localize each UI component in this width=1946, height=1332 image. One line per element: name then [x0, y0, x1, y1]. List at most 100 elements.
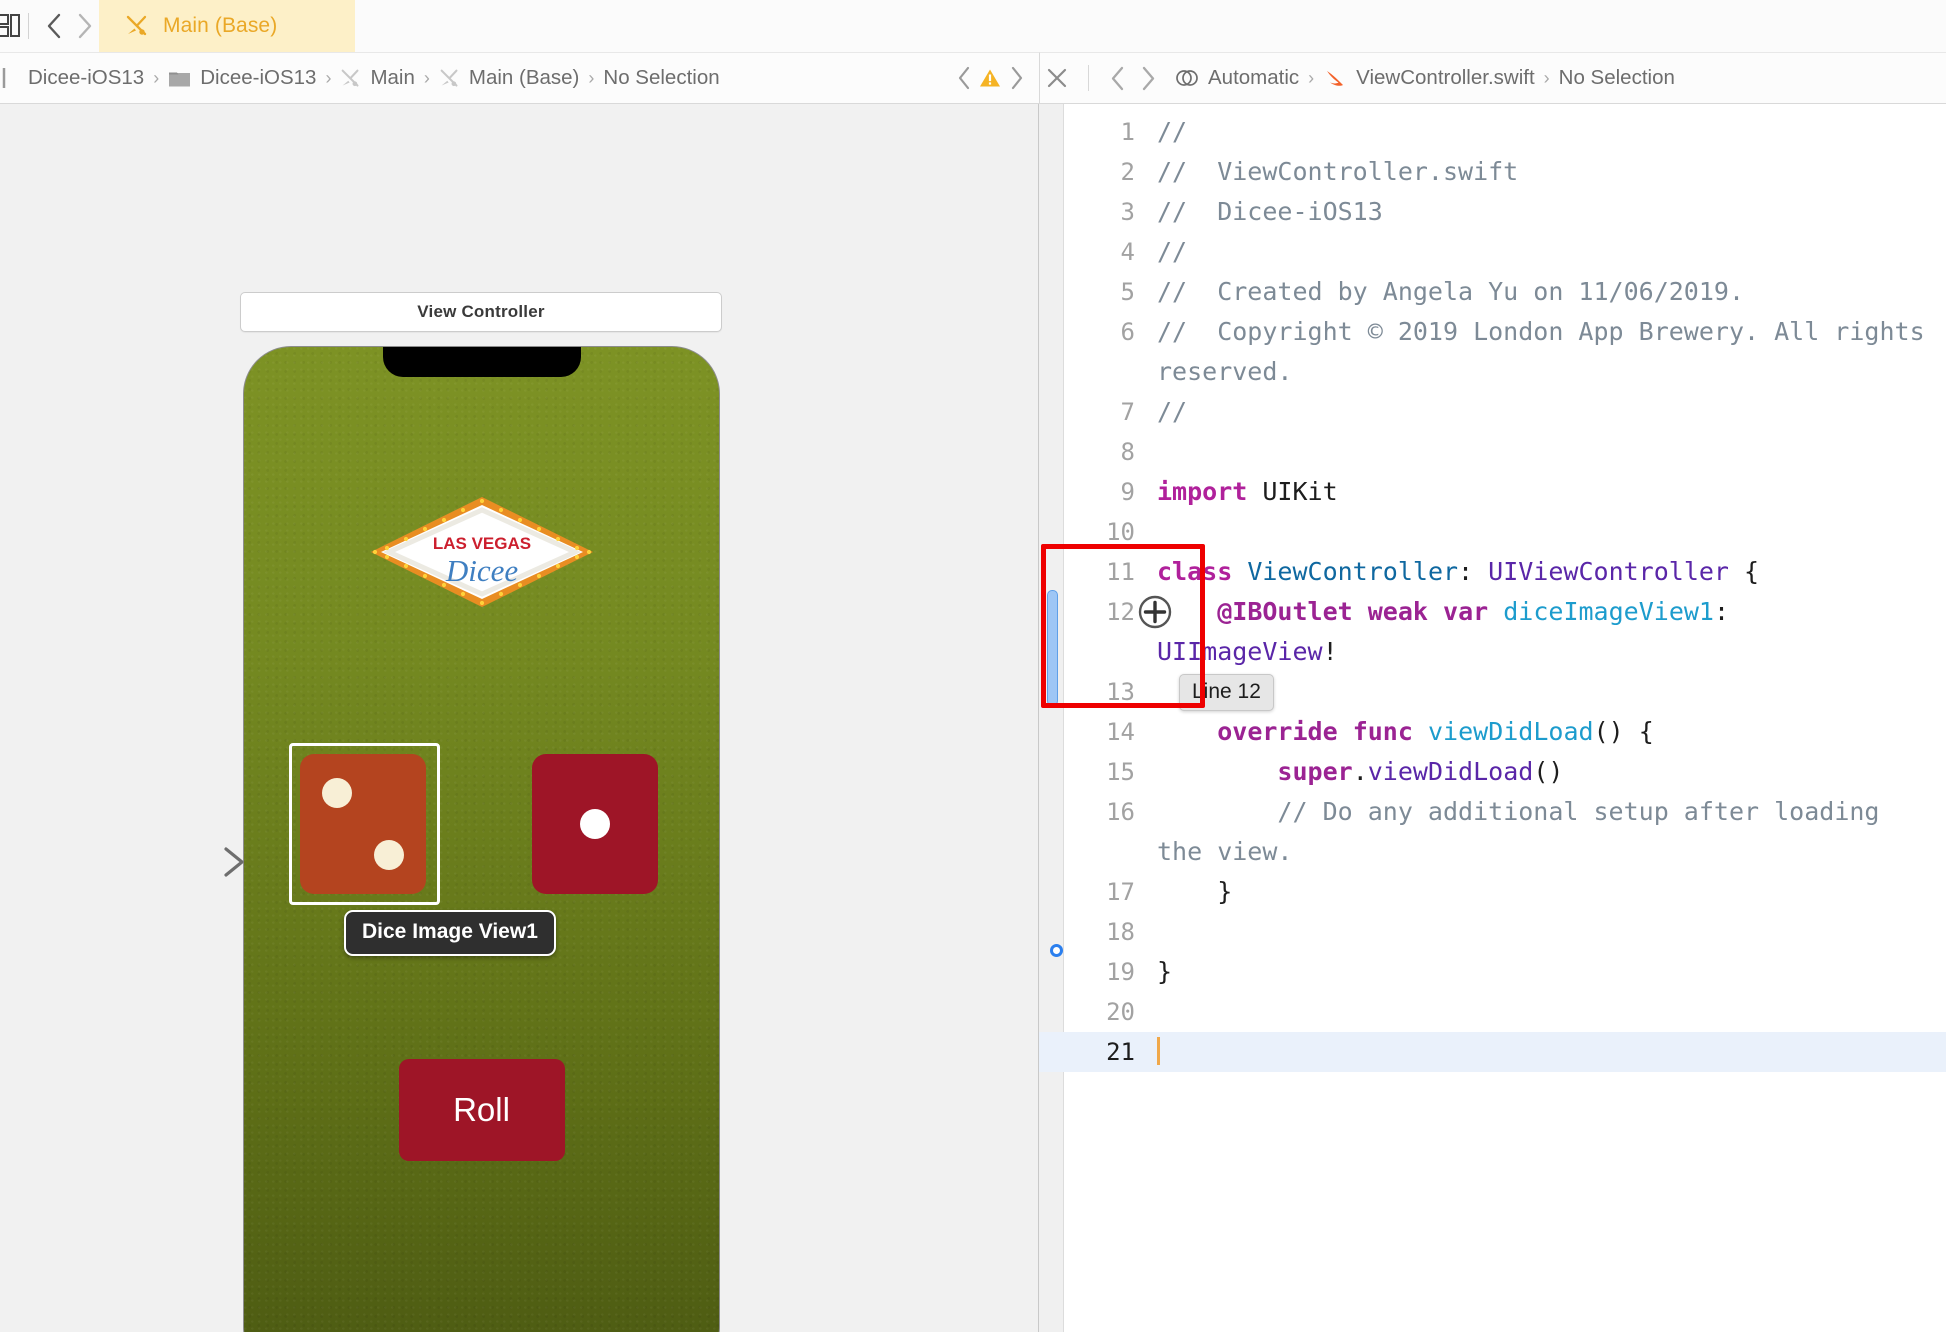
code-token: () { [1593, 717, 1654, 746]
breadcrumb-label: Main (Base) [468, 66, 580, 89]
breadcrumb-separator: › [1308, 67, 1315, 88]
code-line[interactable]: 3 // Dicee-iOS13 [1039, 192, 1946, 232]
breakpoint-dot-icon[interactable] [1050, 944, 1063, 957]
code-text: // Copyright © 2019 London App Brewery. … [1157, 312, 1946, 392]
code-line[interactable]: 15 super.viewDidLoad() [1039, 752, 1946, 792]
breadcrumb-label: No Selection [603, 66, 720, 89]
tab-back-button[interactable] [39, 0, 69, 52]
assistant-code-editor[interactable]: 1 // 2 // ViewController.swift 3 // Dicee-iOS… [1039, 104, 1946, 1332]
line-number: 5 [1120, 278, 1135, 306]
issue-navigator-controls [949, 52, 1039, 104]
breadcrumb-item-viewcontroller-swift[interactable]: ViewController.swift [1323, 66, 1535, 90]
breadcrumb-label: Automatic [1208, 66, 1300, 89]
code-token: viewDidLoad [1367, 757, 1534, 786]
code-line[interactable]: 4 // [1039, 232, 1946, 272]
split-editor-glyph [0, 14, 20, 37]
code-line[interactable]: 13 [1039, 672, 1946, 712]
outlet-drag-arrow-icon [128, 847, 244, 877]
line-number-tooltip: Line 12 [1179, 674, 1274, 711]
tab-main-base[interactable]: Main (Base) [99, 0, 355, 52]
roll-button[interactable]: Roll [398, 1059, 565, 1161]
code-text: @IBOutlet weak var diceImageView1: UIIma… [1157, 592, 1946, 672]
code-text: class ViewController: UIViewController { [1157, 552, 1946, 592]
close-assistant-button[interactable] [1040, 52, 1074, 104]
scene-title-bar[interactable]: View Controller [240, 292, 722, 332]
breadcrumb-item-folder[interactable]: Dicee-iOS13 [168, 66, 316, 90]
code-line[interactable]: 12 @IBOutlet weak var diceImageView1: UI… [1039, 592, 1946, 672]
source-code[interactable]: 1 // 2 // ViewController.swift 3 // Dicee-iOS… [1039, 112, 1946, 1072]
code-token: @IBOutlet [1217, 597, 1353, 626]
assistant-back-button[interactable] [1103, 52, 1133, 104]
breadcrumb-label: ViewController.swift [1356, 66, 1535, 89]
code-token: } [1157, 877, 1233, 906]
dice-pip [322, 778, 352, 808]
project-icon [2, 68, 6, 88]
code-line[interactable]: 1 // [1039, 112, 1946, 152]
code-token: UIKit [1247, 477, 1338, 506]
issue-next-button[interactable] [1001, 52, 1031, 104]
tab-forward-button[interactable] [69, 0, 99, 52]
issue-prev-button[interactable] [949, 52, 979, 104]
code-line[interactable]: 19} [1039, 952, 1946, 992]
code-line[interactable]: 2 // ViewController.swift [1039, 152, 1946, 192]
line-number: 4 [1120, 238, 1135, 266]
code-line[interactable]: 6 // Copyright © 2019 London App Brewery.… [1039, 312, 1946, 392]
code-line[interactable]: 11 class ViewController: UIViewController… [1039, 552, 1946, 592]
breadcrumb-separator: › [588, 67, 595, 88]
breadcrumb-item-main-base[interactable]: Main (Base) [439, 66, 580, 90]
storyboard-icon [125, 14, 149, 38]
code-text: // [1157, 392, 1946, 432]
storyboard-icon [440, 69, 458, 87]
breadcrumb-item-automatic[interactable]: Automatic [1175, 66, 1299, 90]
code-token: // [1157, 117, 1188, 146]
code-line[interactable]: 9 import UIKit [1039, 472, 1946, 512]
line-number: 20 [1106, 998, 1135, 1026]
code-token: override [1217, 717, 1338, 746]
circle-plus-icon[interactable] [1137, 594, 1173, 630]
code-line[interactable]: 5 // Created by Angela Yu on 11/06/2019. [1039, 272, 1946, 312]
breadcrumb-item-main[interactable]: Main [340, 66, 415, 90]
interface-builder-breadcrumb: Dicee-iOS13 › Dicee-iOS13 › Main › Main … [0, 52, 1039, 104]
code-token: // [1157, 237, 1188, 266]
code-line[interactable]: 17 } [1039, 872, 1946, 912]
interface-builder-canvas[interactable]: View Controller LAS VEGAS Dicee Roll Dic… [0, 104, 1039, 1332]
code-line[interactable]: 7 // [1039, 392, 1946, 432]
line-number: 3 [1120, 198, 1135, 226]
code-line[interactable]: 21 [1039, 1032, 1946, 1072]
dice-container [244, 743, 719, 905]
breadcrumb-item-no-selection[interactable]: No Selection [1559, 66, 1675, 90]
breadcrumb-item-project[interactable]: Dicee-iOS13 [2, 66, 144, 90]
code-line[interactable]: 8 [1039, 432, 1946, 472]
warning-triangle-icon[interactable] [979, 68, 1001, 88]
code-text: // [1157, 112, 1946, 152]
code-token: viewDidLoad [1427, 717, 1594, 746]
code-line[interactable]: 20 [1039, 992, 1946, 1032]
dice-image-view1[interactable] [300, 754, 426, 894]
tab-label: Main (Base) [163, 14, 278, 37]
code-line[interactable]: 10 [1039, 512, 1946, 552]
code-token: super [1277, 757, 1353, 786]
code-text: // Created by Angela Yu on 11/06/2019. [1157, 272, 1946, 312]
iphone-device-preview[interactable]: LAS VEGAS Dicee Roll [243, 346, 720, 1332]
code-text: // [1157, 232, 1946, 272]
split-editor-icon[interactable] [0, 13, 20, 39]
code-text: override func viewDidLoad() { [1157, 712, 1946, 752]
assistant-forward-button[interactable] [1133, 52, 1163, 104]
breadcrumb-separator: › [153, 67, 160, 88]
dice-image-view2[interactable] [532, 754, 658, 894]
code-line[interactable]: 14 override func viewDidLoad() { [1039, 712, 1946, 752]
breadcrumb-label: No Selection [1558, 66, 1675, 89]
code-token: // Dicee-iOS13 [1157, 197, 1383, 226]
line-number: 9 [1120, 478, 1135, 506]
editor-tab-bar: Main (Base) [0, 0, 1946, 52]
text-cursor [1157, 1037, 1160, 1065]
code-line[interactable]: 16 // Do any additional setup after load… [1039, 792, 1946, 872]
line-number: 19 [1106, 958, 1135, 986]
code-token: diceImageView1 [1503, 597, 1714, 626]
code-text: import UIKit [1157, 472, 1946, 512]
code-token: // [1157, 397, 1188, 426]
code-line[interactable]: 18 [1039, 912, 1946, 952]
breadcrumb-item-no-selection[interactable]: No Selection [603, 66, 719, 90]
line-number: 14 [1106, 718, 1135, 746]
